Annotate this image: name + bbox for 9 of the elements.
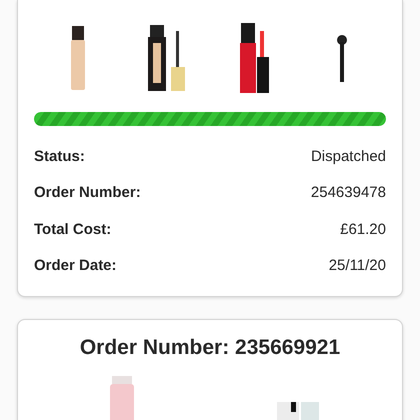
detail-label: Order Number: [34, 184, 141, 202]
detail-label: Status: [34, 148, 85, 165]
detail-value: 254639478 [310, 184, 386, 202]
order-title: Order Number: 235669921 [78, 336, 342, 360]
detail-value: 25/11/20 [328, 257, 386, 274]
detail-value: Dispatched [310, 148, 386, 165]
detail-label: Order Date: [34, 257, 117, 274]
detail-value: £61.20 [340, 220, 386, 238]
detail-label: Total Cost: [34, 220, 112, 238]
